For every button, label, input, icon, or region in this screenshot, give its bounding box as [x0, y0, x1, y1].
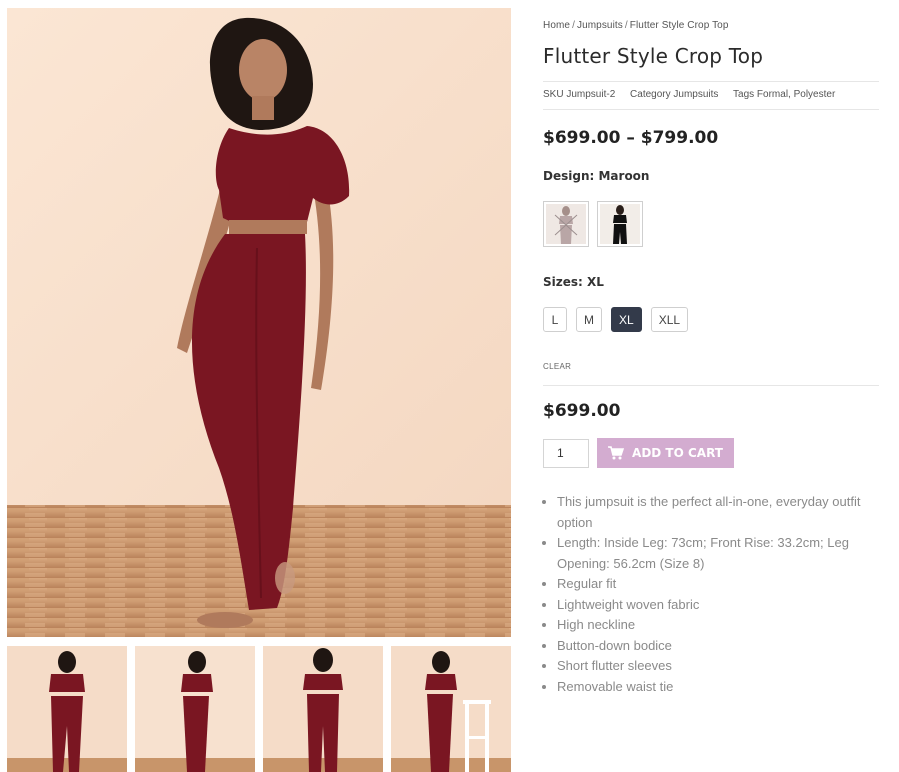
quantity-input[interactable] — [543, 438, 589, 468]
breadcrumb-current: Flutter Style Crop Top — [629, 20, 729, 31]
category-label: Category — [630, 89, 671, 100]
clear-selection-link[interactable]: CLEAR — [543, 362, 879, 371]
model-photo — [7, 8, 511, 637]
list-item: Short flutter sleeves — [557, 656, 879, 677]
main-product-image[interactable] — [7, 8, 511, 637]
thumbnail-1[interactable] — [7, 646, 127, 772]
sku-meta: SKU Jumpsuit-2 — [543, 89, 615, 100]
breadcrumb-jumpsuits[interactable]: Jumpsuits — [577, 20, 623, 31]
divider — [543, 385, 879, 386]
swatch-maroon[interactable] — [543, 201, 589, 247]
add-to-cart-row: ADD TO CART — [543, 438, 879, 468]
design-value: Maroon — [598, 169, 650, 183]
list-item: Removable waist tie — [557, 677, 879, 698]
sku-value: Jumpsuit-2 — [566, 89, 616, 100]
size-option-l[interactable]: L — [543, 307, 567, 332]
size-option-xll[interactable]: XLL — [650, 307, 689, 332]
cart-icon — [608, 446, 625, 460]
outfit-black-thumb-icon — [600, 204, 640, 244]
category-meta: Category Jumpsuits — [630, 89, 718, 100]
thumbnail-2[interactable] — [135, 646, 255, 772]
tags-label: Tags — [733, 89, 755, 100]
size-option-xl[interactable]: XL — [611, 307, 642, 332]
design-swatches — [543, 201, 879, 247]
design-label-text: Design: — [543, 169, 595, 183]
thumbnail-strip — [7, 646, 511, 772]
breadcrumb: Home / Jumpsuits / Flutter Style Crop Top — [543, 20, 879, 31]
breadcrumb-separator: / — [572, 20, 575, 31]
size-option-m[interactable]: M — [576, 307, 602, 332]
design-label: Design: Maroon — [543, 169, 879, 183]
sizes-label: Sizes: XL — [543, 275, 879, 289]
size-options: L M XL XLL — [543, 307, 879, 332]
list-item: This jumpsuit is the perfect all-in-one,… — [557, 492, 879, 533]
add-to-cart-label: ADD TO CART — [632, 446, 723, 460]
sizes-label-text: Sizes: — [543, 275, 583, 289]
list-item: High neckline — [557, 615, 879, 636]
thumbnail-3[interactable] — [263, 646, 383, 772]
add-to-cart-button[interactable]: ADD TO CART — [597, 438, 734, 468]
product-meta: SKU Jumpsuit-2 Category Jumpsuits Tags F… — [543, 81, 879, 110]
list-item: Lightweight woven fabric — [557, 595, 879, 616]
list-item: Length: Inside Leg: 73cm; Front Rise: 33… — [557, 533, 879, 574]
list-item: Regular fit — [557, 574, 879, 595]
list-item: Button-down bodice — [557, 636, 879, 657]
product-summary: Home / Jumpsuits / Flutter Style Crop Top Fl… — [543, 8, 879, 697]
page-title: Flutter Style Crop Top — [543, 44, 764, 68]
thumbnail-4[interactable] — [391, 646, 511, 772]
breadcrumb-separator: / — [624, 20, 628, 31]
tags-link[interactable]: Formal, Polyester — [757, 89, 835, 100]
sku-label: SKU — [543, 89, 564, 100]
variation-price: $699.00 — [543, 401, 621, 421]
tags-meta: Tags Formal, Polyester — [733, 89, 835, 100]
price-range: $699.00 – $799.00 — [543, 128, 719, 148]
feature-list: This jumpsuit is the perfect all-in-one,… — [543, 492, 879, 697]
product-gallery — [7, 8, 511, 772]
breadcrumb-home[interactable]: Home — [543, 20, 570, 31]
category-link[interactable]: Jumpsuits — [673, 89, 718, 100]
sizes-value: XL — [587, 275, 604, 289]
swatch-black[interactable] — [597, 201, 643, 247]
outfit-maroon-thumb-icon — [546, 204, 586, 244]
